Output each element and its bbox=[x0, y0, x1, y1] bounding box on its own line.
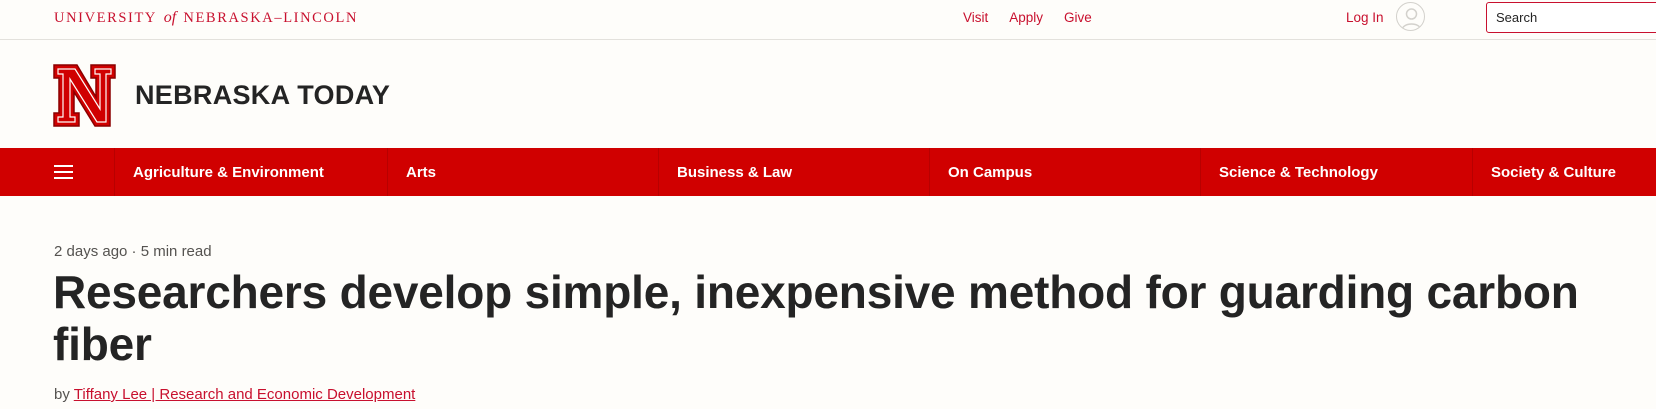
article-byline: by Tiffany Lee | Research and Economic D… bbox=[54, 386, 415, 403]
n-logo-icon[interactable] bbox=[53, 64, 116, 127]
wordmark-nebraska-lincoln: NEBRASKA–LINCOLN bbox=[183, 10, 359, 26]
site-header: NEBRASKA TODAY bbox=[0, 40, 1656, 148]
login-link[interactable]: Log In bbox=[1346, 10, 1384, 25]
wordmark-of: of bbox=[163, 9, 177, 26]
author-link[interactable]: Tiffany Lee | Research and Economic Deve… bbox=[74, 386, 416, 403]
article-meta: 2 days ago · 5 min read bbox=[54, 243, 212, 260]
byline-prefix: by bbox=[54, 386, 70, 403]
article-headline: Researchers develop simple, inexpensive … bbox=[53, 266, 1579, 370]
nav-item-business-law[interactable]: Business & Law bbox=[658, 148, 929, 196]
nav-item-society-culture[interactable]: Society & Culture bbox=[1472, 148, 1656, 196]
university-wordmark[interactable]: UNIVERSITY of NEBRASKA–LINCOLN bbox=[54, 9, 358, 27]
site-title[interactable]: NEBRASKA TODAY bbox=[135, 80, 390, 111]
nav-item-arts[interactable]: Arts bbox=[387, 148, 658, 196]
main-nav: Agriculture & Environment Arts Business … bbox=[0, 148, 1656, 196]
utility-bar: UNIVERSITY of NEBRASKA–LINCOLN Visit App… bbox=[0, 0, 1656, 40]
search-input[interactable] bbox=[1486, 2, 1656, 33]
hamburger-icon[interactable] bbox=[0, 148, 114, 196]
nav-item-science-technology[interactable]: Science & Technology bbox=[1200, 148, 1472, 196]
nav-item-agriculture-environment[interactable]: Agriculture & Environment bbox=[114, 148, 387, 196]
visit-link[interactable]: Visit bbox=[963, 10, 988, 25]
give-link[interactable]: Give bbox=[1064, 10, 1092, 25]
wordmark-university: UNIVERSITY bbox=[54, 10, 157, 26]
user-avatar-icon[interactable] bbox=[1396, 2, 1425, 31]
nav-item-on-campus[interactable]: On Campus bbox=[929, 148, 1200, 196]
apply-link[interactable]: Apply bbox=[1009, 10, 1043, 25]
utility-links: Visit Apply Give bbox=[963, 10, 1113, 25]
